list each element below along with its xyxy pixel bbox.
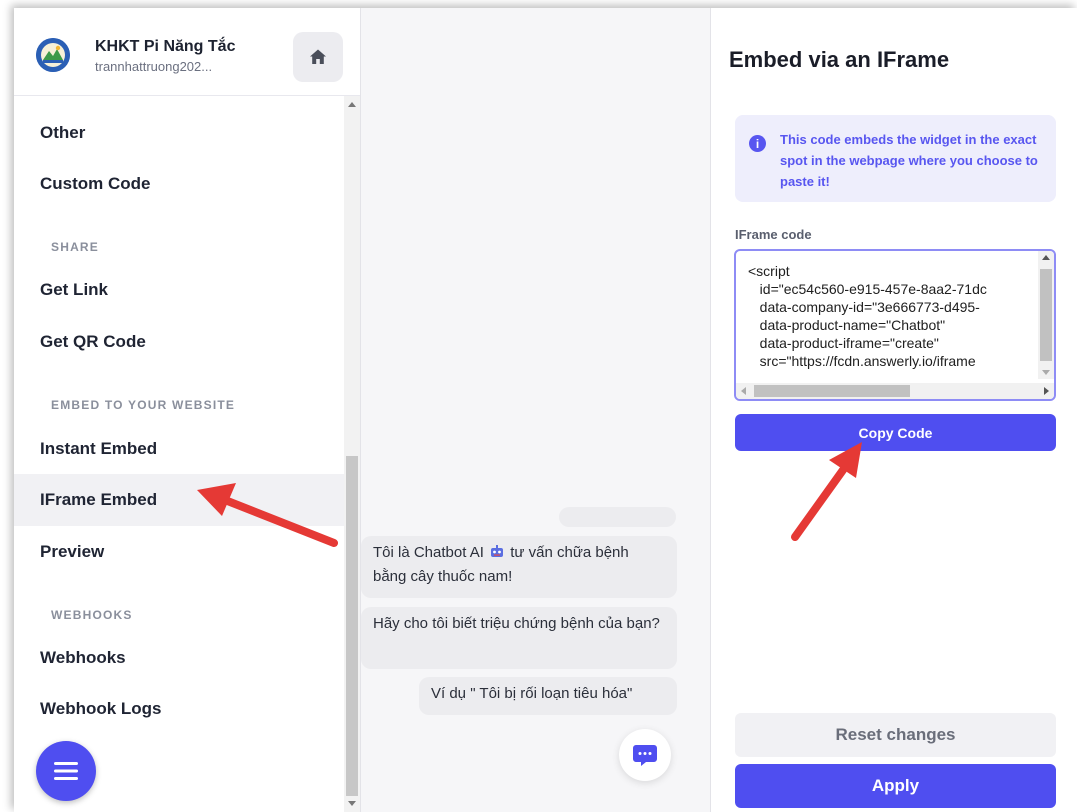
sidebar-scrollbar[interactable]: [344, 96, 360, 812]
chat-launcher-button[interactable]: [619, 729, 671, 781]
sidebar-item-iframe-embed[interactable]: IFrame Embed: [14, 474, 344, 526]
sidebar-header: KHKT Pi Năng Tắc trannhattruong202...: [14, 8, 360, 96]
chat-preview: Tôi là Chatbot AI tư vấn chữa bệnh bằng …: [361, 8, 710, 812]
panel-title: Embed via an IFrame: [729, 47, 950, 72]
section-header-share: SHARE: [51, 240, 100, 254]
chat-message: Hãy cho tôi biết triệu chứng bệnh của bạ…: [361, 607, 677, 669]
iframe-code-label: IFrame code: [735, 227, 812, 242]
scroll-down-icon[interactable]: [348, 801, 356, 806]
apply-button[interactable]: Apply: [735, 764, 1056, 808]
home-button[interactable]: [293, 32, 343, 82]
embed-panel: Embed via an IFrame i This code embeds t…: [710, 8, 1077, 812]
home-icon: [310, 49, 326, 64]
scroll-down-icon[interactable]: [1042, 370, 1050, 375]
organization-user: trannhattruong202...: [95, 59, 213, 74]
code-horizontal-scrollbar[interactable]: [736, 383, 1054, 399]
chat-message-text-start: Tôi là Chatbot AI: [373, 544, 484, 561]
sidebar-item-webhooks[interactable]: Webhooks: [14, 632, 344, 684]
sidebar-item-custom-code[interactable]: Custom Code: [14, 158, 344, 210]
section-header-webhooks: WEBHOOKS: [51, 608, 133, 622]
scroll-left-icon[interactable]: [741, 387, 746, 395]
info-notice: i This code embeds the widget in the exa…: [735, 115, 1056, 202]
scrollbar-thumb[interactable]: [1040, 269, 1052, 361]
scrollbar-thumb[interactable]: [754, 385, 910, 397]
robot-emoji-icon: [490, 543, 504, 557]
chat-message: Tôi là Chatbot AI tư vấn chữa bệnh bằng …: [361, 536, 677, 598]
section-header-embed: EMBED TO YOUR WEBSITE: [51, 398, 236, 412]
code-vertical-scrollbar[interactable]: [1038, 251, 1054, 379]
sidebar-item-webhook-logs[interactable]: Webhook Logs: [14, 683, 344, 735]
sidebar-item-get-qr-code[interactable]: Get QR Code: [14, 316, 344, 368]
iframe-code-text[interactable]: <script id="ec54c560-e915-457e-8aa2-71dc…: [748, 262, 1038, 374]
reset-changes-button[interactable]: Reset changes: [735, 713, 1056, 757]
menu-button[interactable]: [36, 741, 96, 801]
info-icon: i: [749, 135, 766, 152]
sidebar-item-other[interactable]: Other: [14, 107, 344, 159]
sidebar-item-get-link[interactable]: Get Link: [14, 264, 344, 316]
chat-message-example: Ví dụ " Tôi bị rối loạn tiêu hóa": [419, 677, 677, 715]
scroll-up-icon[interactable]: [1042, 255, 1050, 260]
organization-name: KHKT Pi Năng Tắc: [95, 38, 236, 55]
scroll-up-icon[interactable]: [348, 102, 356, 107]
organization-logo-icon: [36, 38, 70, 72]
chat-bubble-partial: [559, 507, 676, 527]
scrollbar-thumb[interactable]: [346, 456, 358, 796]
sidebar-item-instant-embed[interactable]: Instant Embed: [14, 423, 344, 475]
iframe-code-textarea[interactable]: <script id="ec54c560-e915-457e-8aa2-71dc…: [734, 249, 1056, 401]
sidebar-item-preview[interactable]: Preview: [14, 526, 344, 578]
sidebar: KHKT Pi Năng Tắc trannhattruong202... Ot…: [14, 8, 361, 812]
chat-bubble-icon: [633, 745, 657, 766]
copy-code-button[interactable]: Copy Code: [735, 414, 1056, 451]
hamburger-icon: [54, 762, 78, 780]
app-window: KHKT Pi Năng Tắc trannhattruong202... Ot…: [14, 8, 1077, 812]
scroll-right-icon[interactable]: [1044, 387, 1049, 395]
info-text: This code embeds the widget in the exact…: [780, 132, 1038, 189]
